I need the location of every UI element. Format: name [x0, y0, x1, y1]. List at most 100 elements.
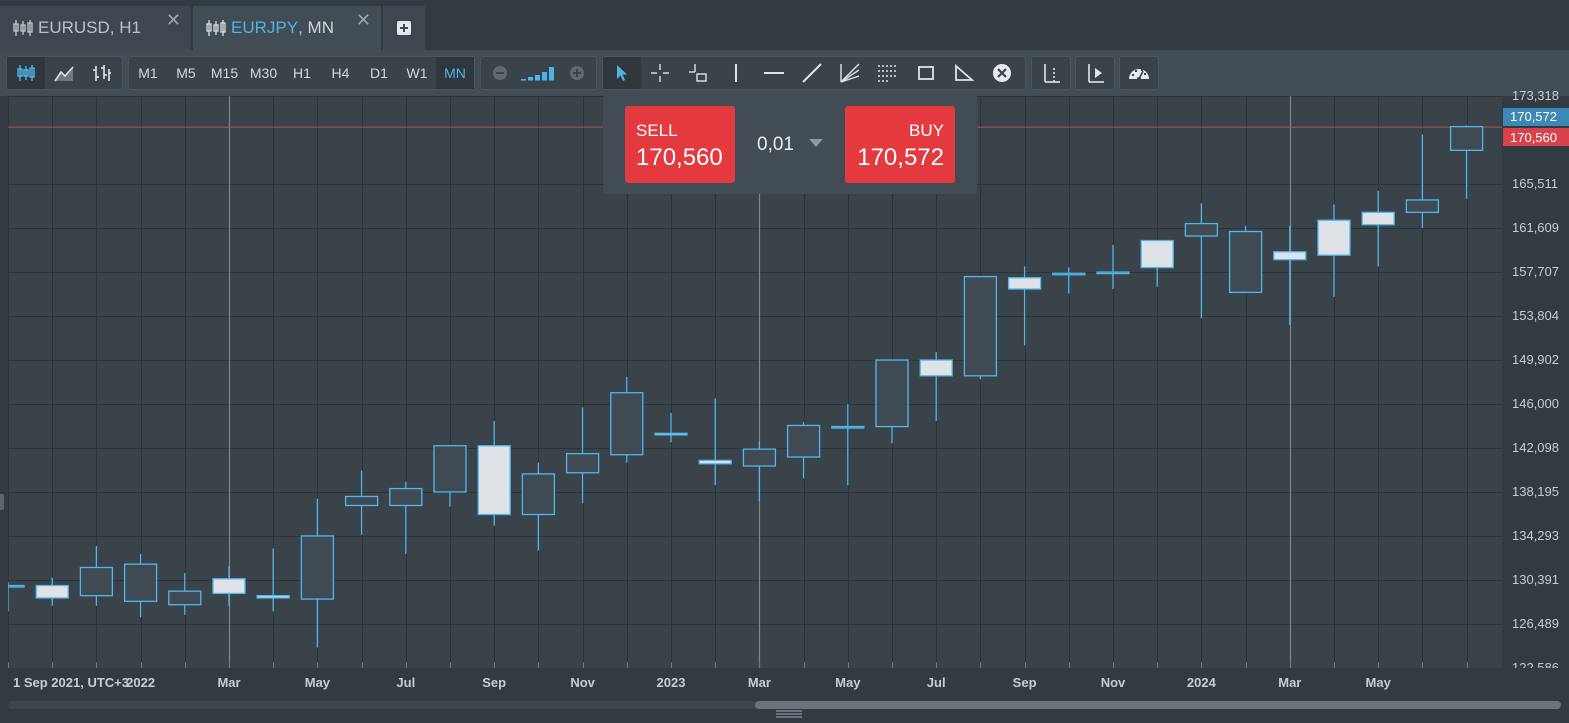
sell-button[interactable]: SELL 170,560	[625, 106, 735, 183]
cursor-icon	[617, 65, 627, 81]
x-tick-label: Jul	[926, 675, 946, 690]
candle	[1007, 266, 1042, 346]
candle-body-bullish	[875, 359, 909, 428]
zoom-level-icon	[520, 67, 554, 81]
chevron-down-icon[interactable]	[809, 139, 823, 147]
candle-body-bullish	[963, 275, 998, 377]
candle-body-bearish	[256, 595, 290, 599]
y-tick-label: 130,391	[1512, 571, 1559, 587]
timeframe-d1-button[interactable]: D1	[360, 57, 398, 89]
area-chart-button[interactable]	[45, 57, 83, 89]
candle-body-bullish	[610, 392, 644, 456]
zoom-out-button[interactable]	[481, 57, 519, 89]
candle	[123, 553, 158, 618]
close-icon[interactable]: ✕	[166, 10, 181, 31]
data-window-icon	[689, 64, 707, 82]
y-tick-label: 161,609	[1512, 220, 1559, 236]
candle	[300, 498, 335, 648]
time-axis[interactable]: 1 Sep 2021, UTC+3 2022 Mar May Jul Sep Nov 2023…	[0, 668, 1569, 694]
volume-input[interactable]: 0,01	[757, 134, 794, 156]
candle-body-bearish	[477, 445, 511, 516]
auto-scroll-icon	[1088, 64, 1104, 83]
candle	[8, 582, 25, 612]
crosshair-button[interactable]	[641, 57, 679, 89]
close-icon[interactable]: ✕	[356, 10, 371, 31]
candle-body-bullish	[521, 473, 556, 516]
horizontal-line-button[interactable]	[755, 57, 793, 89]
scroll-thumb[interactable]	[755, 701, 1561, 709]
ask-price-tag: 170,572	[1503, 107, 1569, 126]
scroll-grip-icon[interactable]	[774, 710, 804, 718]
timeframe-m1-button[interactable]: M1	[129, 57, 167, 89]
candle-body-bullish	[1449, 125, 1484, 151]
indicators-icon	[1129, 69, 1149, 81]
auto-scroll-button[interactable]	[1076, 57, 1114, 89]
candle-body-bullish	[168, 590, 202, 606]
fibonacci-fan-icon	[840, 63, 860, 83]
candle-body-bullish	[1184, 222, 1219, 237]
bar-chart-button[interactable]	[83, 57, 121, 89]
cursor-button[interactable]	[603, 57, 641, 89]
buy-button[interactable]: BUY 170,572	[845, 106, 955, 183]
candle-body-bullish	[565, 452, 600, 474]
add-tab-button[interactable]	[383, 6, 425, 50]
candle-body-bullish	[1405, 199, 1440, 213]
y-tick-label: 153,804	[1512, 308, 1559, 324]
zoom-out-icon	[492, 66, 507, 80]
trend-line-button[interactable]	[793, 57, 831, 89]
candle	[1228, 225, 1263, 294]
toolbar: M1 M5 M15 M30 H1 H4 D1 W1 MN	[0, 50, 1569, 96]
timeframe-m30-button[interactable]: M30	[244, 57, 283, 89]
candle	[521, 462, 556, 551]
triangle-icon	[955, 64, 974, 81]
candle	[477, 420, 511, 526]
trend-line-icon	[802, 63, 822, 83]
zoom-in-icon	[570, 66, 585, 80]
candle-body-bearish	[698, 459, 732, 465]
candlestick-chart-icon	[205, 19, 227, 37]
timeframe-group: M1 M5 M15 M30 H1 H4 D1 W1 MN	[128, 56, 475, 90]
timeframe-m15-button[interactable]: M15	[205, 57, 244, 89]
timeframe-mn-button[interactable]: MN	[436, 57, 474, 89]
delete-objects-button[interactable]	[983, 57, 1021, 89]
fibonacci-fan-button[interactable]	[831, 57, 869, 89]
zoom-level-indicator	[519, 57, 559, 89]
vertical-line-button[interactable]	[717, 57, 755, 89]
y-tick-label: 142,098	[1512, 440, 1559, 455]
candle	[565, 407, 600, 504]
zoom-in-button[interactable]	[559, 57, 597, 89]
candle-body-bearish	[1361, 211, 1395, 226]
candle	[79, 546, 114, 606]
candle-body-bullish	[389, 487, 423, 507]
tab-eurusd[interactable]: EURUSD, H1 ✕	[0, 6, 191, 50]
candle	[212, 566, 246, 606]
fibonacci-retracement-button[interactable]	[869, 57, 907, 89]
auto-scroll-group	[1075, 56, 1115, 90]
timeframe-m5-button[interactable]: M5	[167, 57, 205, 89]
candle-body-bearish	[1007, 277, 1042, 290]
indicators-button[interactable]	[1120, 57, 1158, 89]
data-window-button[interactable]	[679, 57, 717, 89]
candle-body-bearish	[919, 359, 953, 377]
panel-resize-handle[interactable]	[0, 494, 4, 510]
timeframe-h1-button[interactable]: H1	[283, 57, 321, 89]
candlestick-chart-icon	[17, 65, 35, 81]
chart-shift-button[interactable]	[1032, 57, 1070, 89]
triangle-button[interactable]	[945, 57, 983, 89]
price-axis[interactable]: 173,318 165,511 161,609 157,707 153,804 149,9…	[1502, 88, 1569, 675]
chart-scrollbar[interactable]	[0, 694, 1569, 723]
rectangle-button[interactable]	[907, 57, 945, 89]
candle	[344, 470, 379, 535]
y-tick-label: 149,902	[1512, 352, 1559, 367]
timeframe-h4-button[interactable]: H4	[321, 57, 360, 89]
candle-body-bearish	[1317, 219, 1351, 256]
candlestick-chart-button[interactable]	[7, 57, 45, 89]
sell-price: 170,560	[636, 144, 723, 171]
x-tick-label: Nov	[570, 675, 595, 690]
candle	[1052, 267, 1086, 294]
timeframe-w1-button[interactable]: W1	[398, 57, 436, 89]
x-tick-label: Sep	[482, 675, 507, 690]
tab-eurjpy[interactable]: EURJPY, MN ✕	[193, 6, 381, 50]
candle-body-bearish	[1273, 251, 1307, 261]
x-tick-label: 1 Sep 2021, UTC+3	[13, 675, 129, 690]
